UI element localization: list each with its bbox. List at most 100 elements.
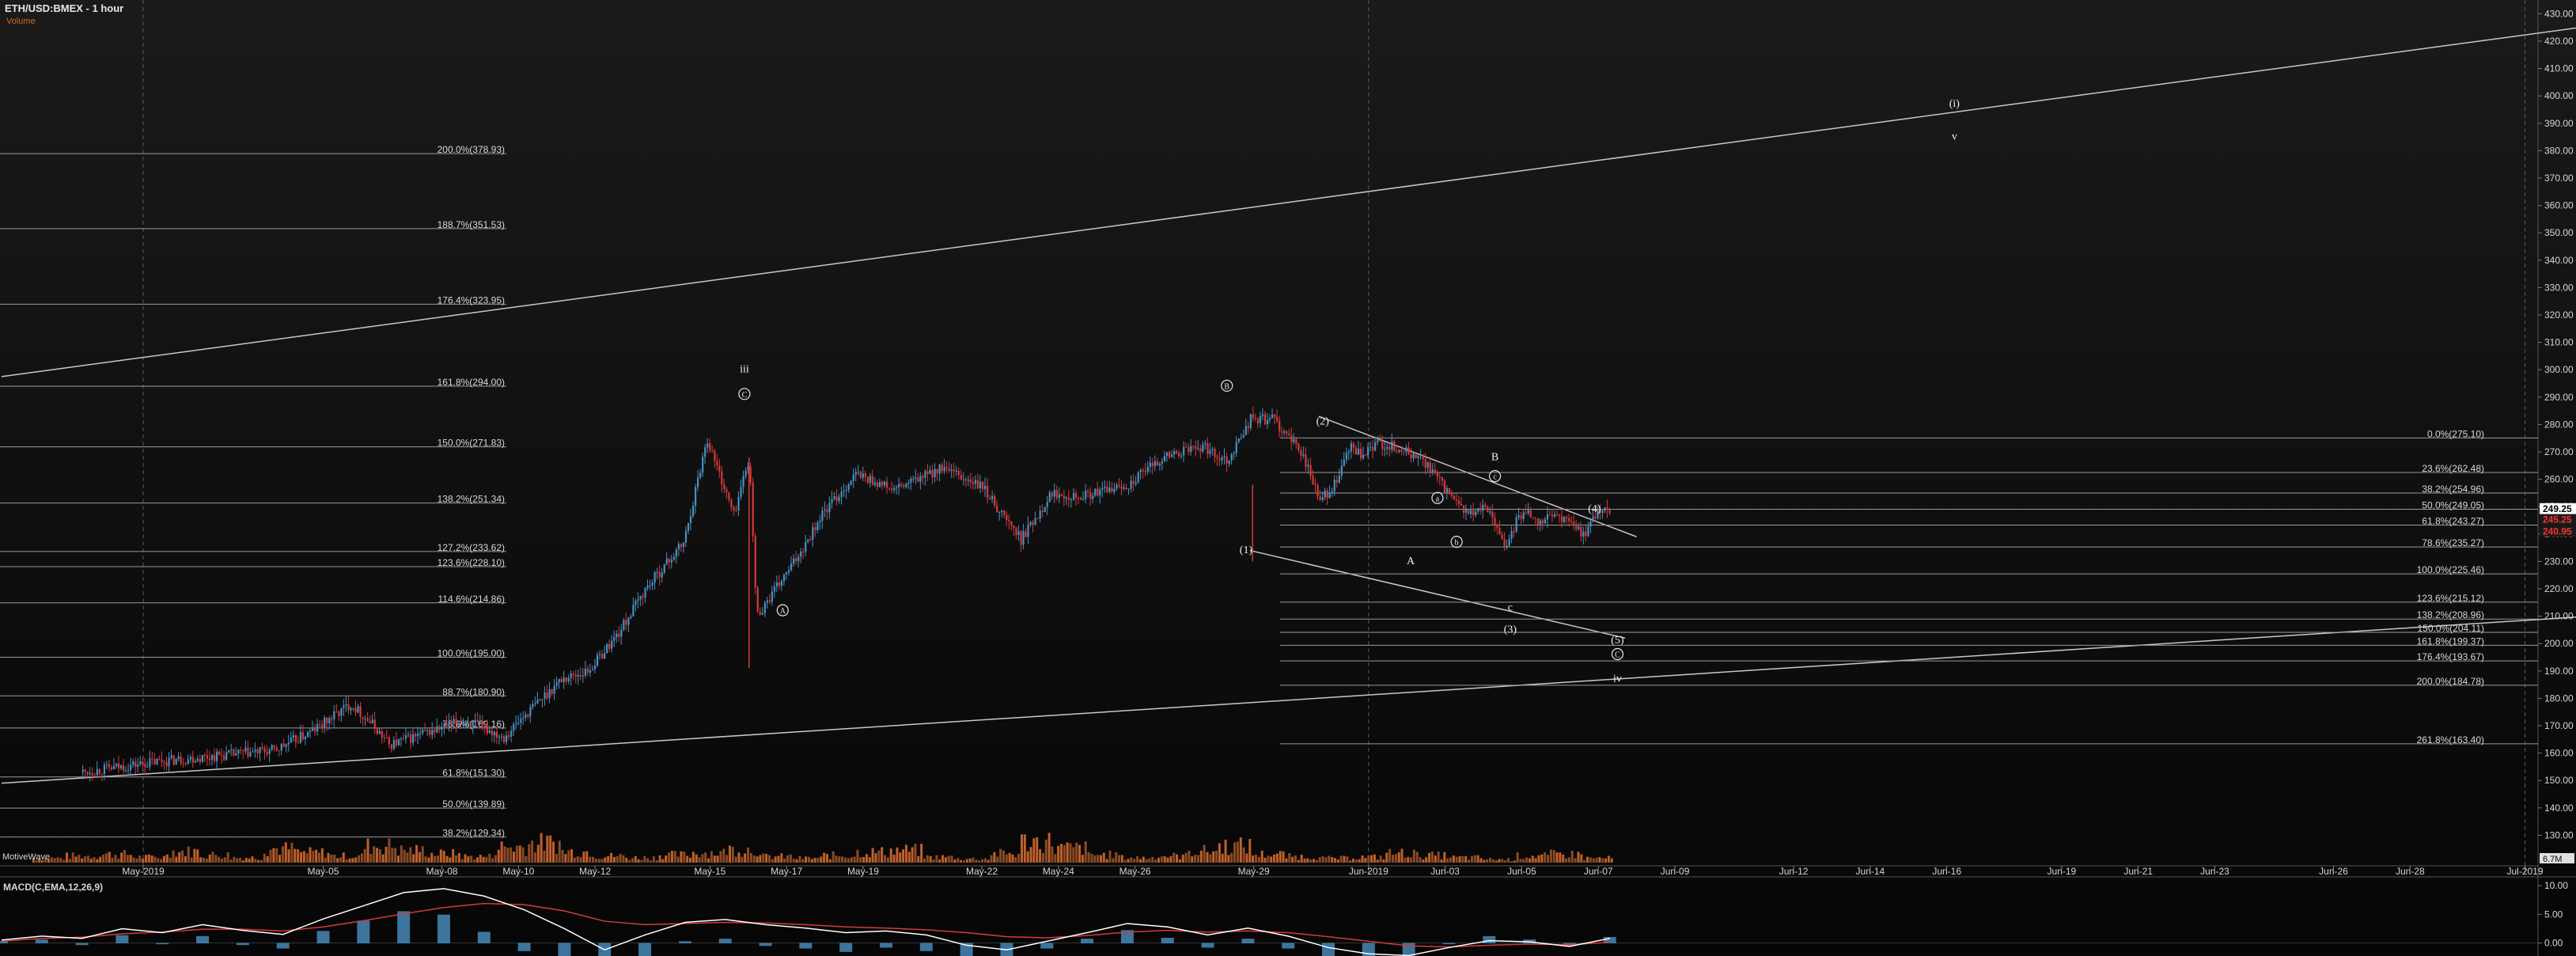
candle-body bbox=[891, 488, 893, 491]
volume-bar bbox=[1078, 844, 1082, 863]
candle-body bbox=[191, 757, 194, 763]
candle-body bbox=[616, 633, 618, 638]
candle-body bbox=[809, 539, 812, 541]
candle-body bbox=[81, 769, 84, 772]
candle-body bbox=[1144, 471, 1146, 472]
candle-body bbox=[838, 497, 840, 501]
candle-body bbox=[1263, 414, 1267, 425]
volume-bar bbox=[612, 856, 616, 863]
volume-bar bbox=[1288, 853, 1291, 863]
candle-body bbox=[321, 724, 324, 728]
volume-bar bbox=[506, 848, 510, 863]
candle-body bbox=[1362, 454, 1365, 459]
volume-bar bbox=[1275, 853, 1279, 863]
candle-body bbox=[1197, 448, 1199, 450]
candle-body bbox=[324, 717, 326, 728]
volume-bar bbox=[701, 854, 704, 863]
volume-bar bbox=[1273, 854, 1276, 863]
candle-body bbox=[1601, 510, 1604, 514]
volume-bar bbox=[1069, 843, 1072, 863]
price-tick-label: 270.00 bbox=[2544, 446, 2574, 457]
volume-bar bbox=[914, 844, 917, 863]
candle-body bbox=[637, 599, 639, 601]
volume-bar bbox=[567, 850, 570, 863]
volume-bar bbox=[950, 855, 953, 863]
volume-bar bbox=[1425, 857, 1428, 863]
candle-body bbox=[687, 522, 690, 531]
price-tick-label: 180.00 bbox=[2544, 692, 2574, 704]
candle-body bbox=[1058, 494, 1060, 499]
volume-bar bbox=[205, 858, 208, 863]
candle-body bbox=[1259, 415, 1262, 423]
candle-body bbox=[752, 482, 754, 537]
volume-bar bbox=[722, 848, 725, 863]
candle-body bbox=[1036, 518, 1039, 519]
volume-bar bbox=[1041, 852, 1044, 863]
time-tick-label: May-22 bbox=[966, 866, 998, 877]
wave-label: b bbox=[1455, 539, 1459, 548]
candle-body bbox=[1067, 497, 1070, 500]
price-chart[interactable]: 200.0%(378.93) 188.7%(351.53) 176.4%(323.9… bbox=[0, 0, 2576, 956]
candle-body bbox=[182, 763, 184, 764]
chart-background bbox=[0, 0, 2576, 956]
candle-body bbox=[438, 726, 441, 730]
volume-bar bbox=[199, 857, 203, 863]
volume-bar bbox=[1434, 855, 1437, 863]
candle-body bbox=[1487, 506, 1489, 513]
candle-body bbox=[1608, 510, 1611, 514]
candle-body bbox=[1510, 531, 1513, 539]
candle-body bbox=[1199, 448, 1202, 452]
candle-body bbox=[417, 734, 419, 737]
volume-bar bbox=[1108, 850, 1112, 863]
candle-body bbox=[1553, 514, 1556, 517]
candle-body bbox=[1460, 503, 1463, 506]
volume-bar bbox=[1059, 844, 1063, 863]
candle-body bbox=[711, 450, 714, 452]
volume-bar bbox=[99, 856, 102, 863]
volume-bar bbox=[762, 853, 765, 863]
volume-bar bbox=[1047, 833, 1051, 863]
volume-bar bbox=[1309, 859, 1313, 863]
candle-body bbox=[1006, 514, 1008, 520]
macd-histogram-bar bbox=[276, 943, 290, 949]
volume-bar bbox=[1407, 856, 1410, 863]
candle-body bbox=[833, 496, 835, 499]
candle-body bbox=[953, 469, 955, 472]
candle-body bbox=[1154, 461, 1156, 467]
volume-bar bbox=[513, 852, 516, 863]
candle-body bbox=[203, 754, 206, 756]
volume-bar bbox=[473, 859, 476, 863]
volume-bar bbox=[318, 852, 321, 863]
volume-bar bbox=[305, 853, 309, 863]
candle-body bbox=[1587, 526, 1589, 537]
candle-body bbox=[397, 738, 400, 745]
volume-bar bbox=[1039, 848, 1042, 863]
fib-label-right: 0.0%(275.10) bbox=[2427, 428, 2484, 439]
candle-body bbox=[326, 717, 328, 723]
candle-body bbox=[1097, 488, 1099, 496]
candle-body bbox=[555, 682, 558, 686]
volume-bar bbox=[299, 852, 302, 863]
candle-body bbox=[1214, 449, 1216, 457]
volume-bar bbox=[960, 859, 963, 863]
volume-bar bbox=[783, 858, 786, 863]
candle-body bbox=[1465, 510, 1468, 513]
volume-bar bbox=[938, 859, 941, 863]
volume-bar bbox=[1446, 858, 1449, 863]
candle-body bbox=[1517, 515, 1520, 518]
volume-bar bbox=[333, 854, 336, 863]
fib-label-left: 138.2%(251.34) bbox=[438, 494, 505, 505]
fib-label-right: 200.0%(184.78) bbox=[2417, 676, 2484, 687]
volume-bar bbox=[132, 857, 135, 863]
candle-body bbox=[1022, 531, 1025, 545]
candle-body bbox=[737, 496, 740, 511]
candle-body bbox=[721, 471, 723, 485]
volume-bar bbox=[1513, 860, 1516, 863]
volume-bar bbox=[747, 848, 750, 863]
volume-bar bbox=[436, 855, 439, 863]
volume-bar bbox=[1285, 858, 1288, 863]
volume-bar bbox=[1601, 858, 1604, 863]
volume-bar bbox=[281, 846, 284, 863]
time-tick-label: Jun-05 bbox=[1507, 866, 1536, 877]
volume-bar bbox=[1075, 842, 1078, 863]
